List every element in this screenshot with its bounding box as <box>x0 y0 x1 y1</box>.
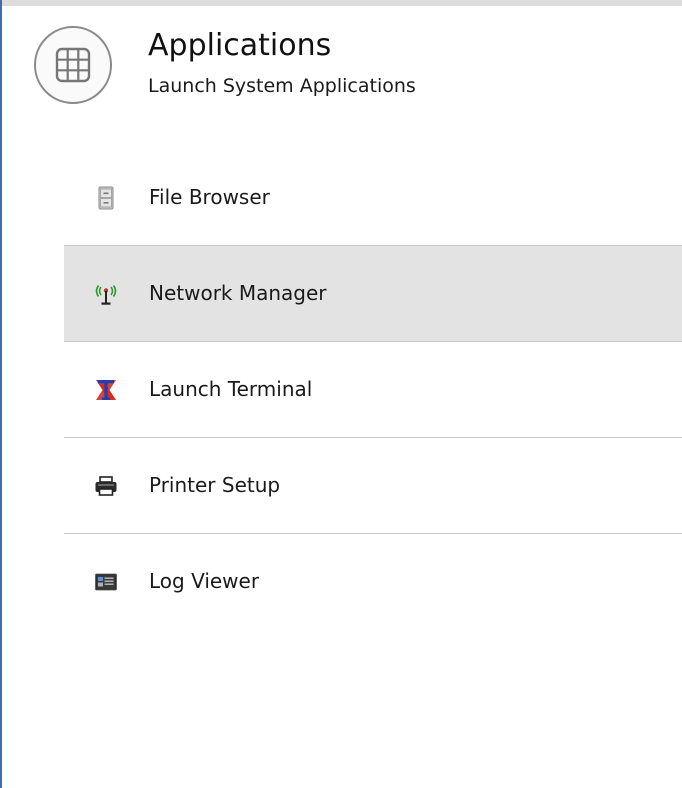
menu-item-launch-terminal[interactable]: Launch Terminal <box>64 342 682 438</box>
menu-item-label: Launch Terminal <box>149 377 313 401</box>
menu-item-label: Printer Setup <box>149 473 281 497</box>
applications-list: File Browser Network Manager Launch Term… <box>64 150 682 629</box>
antenna-signal-icon <box>94 282 118 306</box>
menu-item-log-viewer[interactable]: Log Viewer <box>64 534 682 629</box>
window-top-strip <box>0 0 682 6</box>
menu-item-file-browser[interactable]: File Browser <box>64 150 682 246</box>
menu-item-label: Log Viewer <box>149 569 260 593</box>
log-viewer-icon <box>94 570 118 594</box>
file-cabinet-icon <box>94 186 118 210</box>
x-terminal-icon <box>94 378 118 402</box>
page-header: Applications Launch System Applications <box>34 26 674 106</box>
printer-icon <box>94 474 118 498</box>
menu-item-network-manager[interactable]: Network Manager <box>64 246 682 342</box>
menu-item-printer-setup[interactable]: Printer Setup <box>64 438 682 534</box>
page-subtitle: Launch System Applications <box>148 75 416 97</box>
menu-item-label: Network Manager <box>149 281 327 305</box>
page-title: Applications <box>148 28 332 63</box>
menu-item-label: File Browser <box>149 185 270 209</box>
window-left-border <box>0 0 2 788</box>
grid-apps-icon <box>34 26 112 104</box>
